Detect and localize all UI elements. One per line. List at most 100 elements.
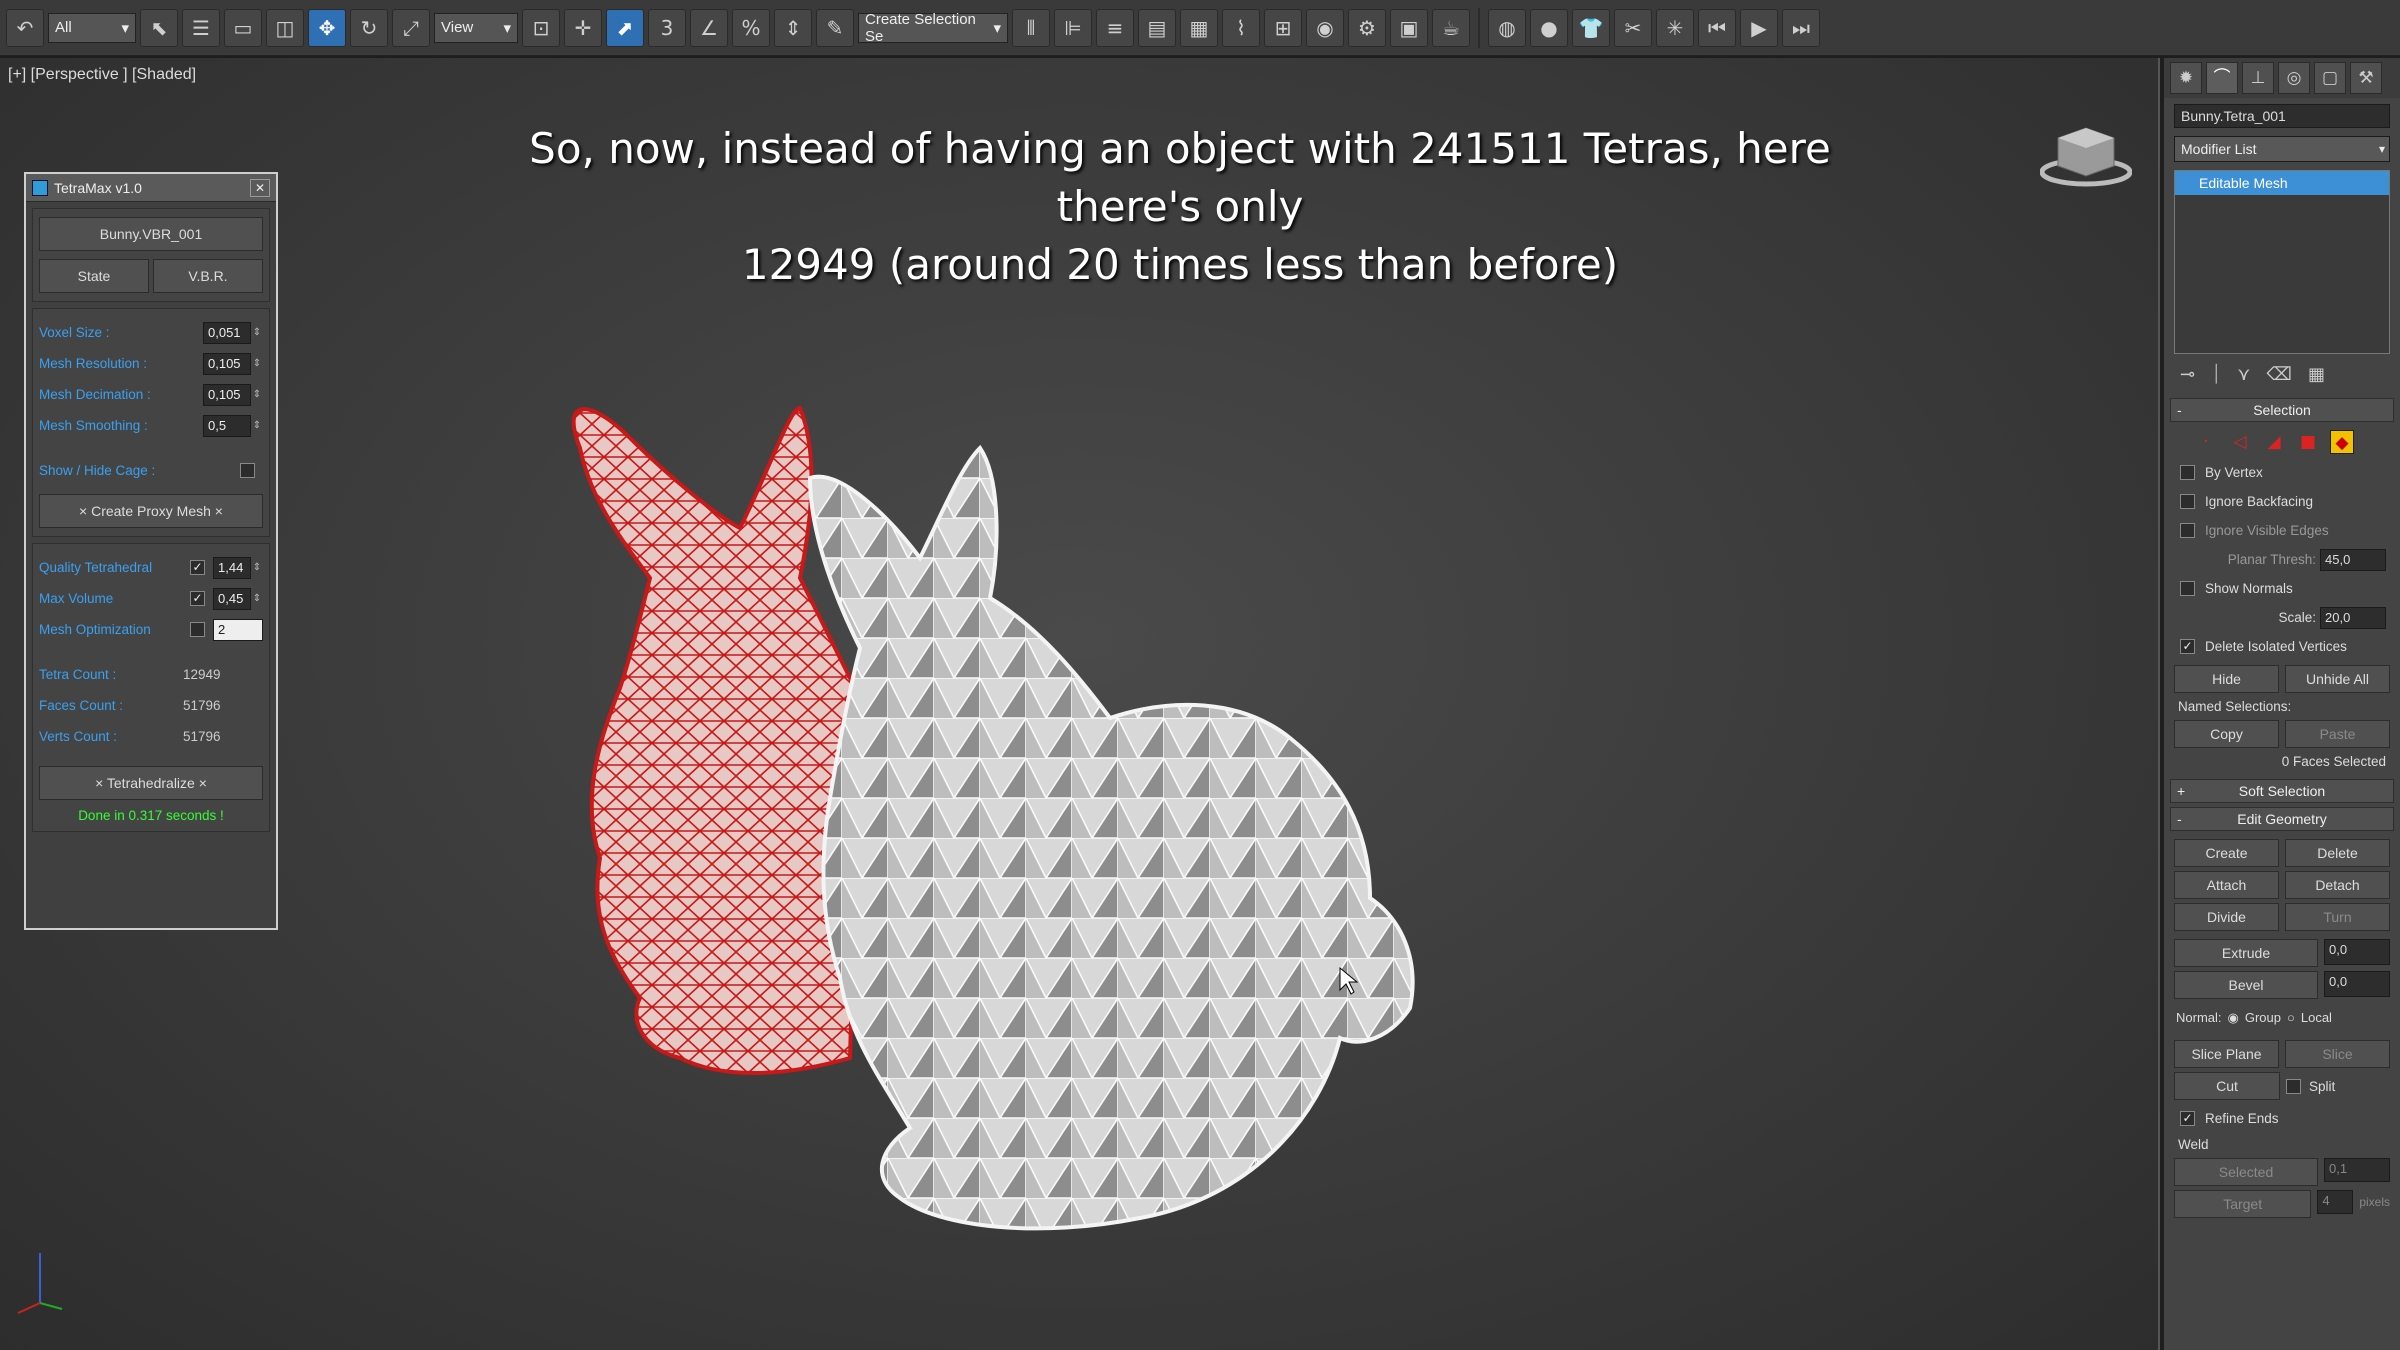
- teapot-render-icon[interactable]: ☕: [1432, 8, 1470, 47]
- spinner-arrows-icon[interactable]: ⇕: [251, 327, 263, 338]
- curve-editor-icon[interactable]: ⌇: [1222, 8, 1260, 47]
- stack-item-editable-mesh[interactable]: Editable Mesh: [2175, 171, 2389, 195]
- mesh-optimization-checkbox[interactable]: [190, 622, 205, 637]
- create-tab-icon[interactable]: ✹: [2170, 62, 2202, 94]
- vertex-icon[interactable]: ·: [2194, 430, 2218, 454]
- paste-button[interactable]: Paste: [2285, 720, 2390, 748]
- show-hide-cage-checkbox[interactable]: [240, 463, 255, 478]
- turn-button[interactable]: Turn: [2285, 903, 2390, 931]
- bevel-button[interactable]: Bevel: [2174, 971, 2318, 999]
- planar-thresh-spinner[interactable]: 45,0: [2320, 548, 2386, 571]
- hierarchy-tab-icon[interactable]: ⊥: [2242, 62, 2274, 94]
- spinner-arrows-icon[interactable]: ⇕: [251, 358, 263, 369]
- attach-button[interactable]: Attach: [2174, 871, 2279, 899]
- object-name-field[interactable]: Bunny.Tetra_001: [2174, 104, 2390, 128]
- spinner-arrows-icon[interactable]: ⇕: [251, 593, 263, 604]
- extrude-button[interactable]: Extrude: [2174, 939, 2318, 967]
- selection-rollout-header[interactable]: - Selection: [2170, 398, 2394, 422]
- element-icon[interactable]: ◆: [2330, 430, 2354, 454]
- ignore-visible-edges-checkbox[interactable]: [2180, 523, 2195, 538]
- layer-manager-icon[interactable]: ≡: [1096, 8, 1134, 47]
- edge-icon[interactable]: ◁: [2228, 430, 2252, 454]
- create-proxy-mesh-button[interactable]: × Create Proxy Mesh ×: [39, 494, 263, 528]
- delete-isolated-checkbox[interactable]: ✓: [2180, 639, 2195, 654]
- perspective-viewport[interactable]: [+] [Perspective ] [Shaded] So, now, ins…: [0, 58, 2160, 1350]
- transform-center-icon[interactable]: ✛: [564, 8, 602, 47]
- mesh-smoothing-spinner[interactable]: 0,5: [203, 414, 251, 437]
- tetramax-titlebar[interactable]: TetraMax v1.0 ✕: [26, 174, 276, 202]
- configure-sets-icon[interactable]: ▦: [2308, 364, 2325, 385]
- mirror-icon[interactable]: ⫴: [1012, 8, 1050, 47]
- shirt-icon[interactable]: 👕: [1572, 8, 1610, 47]
- display-tab-icon[interactable]: ▢: [2314, 62, 2346, 94]
- snap-3d-icon[interactable]: 3: [648, 8, 686, 47]
- weld-target-button[interactable]: Target: [2174, 1190, 2312, 1218]
- delete-button[interactable]: Delete: [2285, 839, 2390, 867]
- rect-selection-icon[interactable]: ▭: [224, 8, 262, 47]
- quality-checkbox[interactable]: ✓: [190, 560, 205, 575]
- white-tetra-bunny[interactable]: [807, 444, 1415, 1231]
- extrude-spinner[interactable]: 0,0: [2324, 939, 2390, 965]
- reference-coordinate-dropdown[interactable]: View ▾: [434, 12, 518, 43]
- particle-icon[interactable]: ✳: [1656, 8, 1694, 47]
- ignore-backfacing-checkbox[interactable]: [2180, 494, 2195, 509]
- pin-stack-icon[interactable]: ⊸: [2180, 364, 2195, 385]
- bunny-meshes[interactable]: [520, 358, 1520, 1238]
- play-icon[interactable]: ▶: [1740, 8, 1778, 47]
- wrench-icon[interactable]: ✂: [1614, 8, 1652, 47]
- select-object-icon[interactable]: ⬉: [140, 8, 178, 47]
- by-vertex-checkbox[interactable]: [2180, 465, 2195, 480]
- selection-filter-dropdown[interactable]: All ▾: [48, 12, 136, 43]
- soft-selection-rollout-header[interactable]: + Soft Selection: [2170, 779, 2394, 803]
- render-setup-icon[interactable]: ⚙: [1348, 8, 1386, 47]
- mesh-resolution-spinner[interactable]: 0,105: [203, 352, 251, 375]
- hide-button[interactable]: Hide: [2174, 665, 2279, 693]
- spinner-arrows-icon[interactable]: ⇕: [251, 420, 263, 431]
- close-icon[interactable]: ✕: [250, 178, 270, 197]
- globe-icon[interactable]: ◍: [1488, 8, 1526, 47]
- copy-button[interactable]: Copy: [2174, 720, 2279, 748]
- viewport-label[interactable]: [+] [Perspective ] [Shaded]: [8, 66, 196, 84]
- object-name-button[interactable]: Bunny.VBR_001: [39, 217, 263, 251]
- weld-selected-spinner[interactable]: 0,1: [2324, 1158, 2390, 1182]
- state-button[interactable]: State: [39, 259, 149, 293]
- scale-icon[interactable]: ⤢: [392, 8, 430, 47]
- play-prev-icon[interactable]: ⏮: [1698, 8, 1736, 47]
- move-icon[interactable]: ✥: [308, 8, 346, 47]
- edit-geometry-rollout-header[interactable]: - Edit Geometry: [2170, 807, 2394, 831]
- slice-plane-button[interactable]: Slice Plane: [2174, 1040, 2279, 1068]
- scene-explorer-icon[interactable]: ▤: [1138, 8, 1176, 47]
- divide-button[interactable]: Divide: [2174, 903, 2279, 931]
- rotate-icon[interactable]: ↻: [350, 8, 388, 47]
- spinner-arrows-icon[interactable]: ⇕: [251, 389, 263, 400]
- align-icon[interactable]: ⊫: [1054, 8, 1092, 47]
- percent-snap-icon[interactable]: %: [732, 8, 770, 47]
- polygon-icon[interactable]: ■: [2296, 430, 2320, 454]
- modifier-stack[interactable]: Editable Mesh: [2174, 170, 2390, 354]
- bevel-spinner[interactable]: 0,0: [2324, 971, 2390, 997]
- select-by-name-icon[interactable]: ☰: [182, 8, 220, 47]
- schematic-view-icon[interactable]: ⊞: [1264, 8, 1302, 47]
- material-editor-icon[interactable]: ◉: [1306, 8, 1344, 47]
- refine-ends-checkbox[interactable]: ✓: [2180, 1111, 2195, 1126]
- scale-spinner[interactable]: 20,0: [2320, 606, 2386, 629]
- named-selection-dropdown[interactable]: Create Selection Se ▾: [858, 11, 1008, 45]
- unhide-all-button[interactable]: Unhide All: [2285, 665, 2390, 693]
- show-end-result-icon[interactable]: ⏐: [2211, 364, 2221, 385]
- weld-target-spinner[interactable]: 4: [2317, 1190, 2354, 1214]
- modify-tab-icon[interactable]: ⌒: [2206, 62, 2238, 94]
- graphite-tools-icon[interactable]: ▦: [1180, 8, 1218, 47]
- cut-button[interactable]: Cut: [2174, 1072, 2280, 1100]
- viewcube-icon[interactable]: [2040, 118, 2132, 188]
- edit-named-selection-icon[interactable]: ✎: [816, 8, 854, 47]
- voxel-size-spinner[interactable]: 0,051: [203, 321, 251, 344]
- detach-button[interactable]: Detach: [2285, 871, 2390, 899]
- window-crossing-icon[interactable]: ◫: [266, 8, 304, 47]
- quality-spinner[interactable]: 1,44: [213, 556, 251, 579]
- show-normals-checkbox[interactable]: [2180, 581, 2195, 596]
- utilities-tab-icon[interactable]: ⚒: [2350, 62, 2382, 94]
- modifier-list-dropdown[interactable]: Modifier List ▾: [2174, 136, 2390, 162]
- slice-button[interactable]: Slice: [2285, 1040, 2390, 1068]
- undo-icon[interactable]: ↶: [6, 8, 44, 47]
- max-volume-checkbox[interactable]: ✓: [190, 591, 205, 606]
